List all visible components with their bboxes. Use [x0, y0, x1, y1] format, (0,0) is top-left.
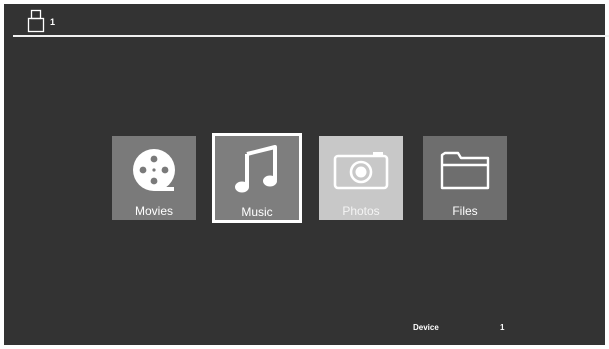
header-divider: [13, 35, 609, 37]
music-label: Music: [241, 205, 273, 219]
movies-tile[interactable]: Movies: [112, 136, 196, 220]
usb-stick-icon: [27, 9, 45, 33]
files-tile[interactable]: Files: [423, 136, 507, 220]
device-value: 1: [500, 323, 505, 332]
film-reel-icon: [133, 149, 175, 191]
folder-icon: [440, 151, 490, 190]
files-label: Files: [452, 204, 478, 218]
photos-tile[interactable]: Photos: [319, 136, 403, 220]
device-label: Device: [413, 323, 439, 332]
music-tile[interactable]: Music: [212, 133, 302, 223]
media-browser-screen: 1 Movies Music Photos Files Device 1: [4, 4, 609, 345]
photos-label: Photos: [342, 204, 380, 218]
movies-label: Movies: [134, 204, 173, 218]
music-note-icon: [235, 145, 277, 193]
device-number: 1: [50, 17, 56, 27]
camera-icon: [333, 152, 389, 190]
